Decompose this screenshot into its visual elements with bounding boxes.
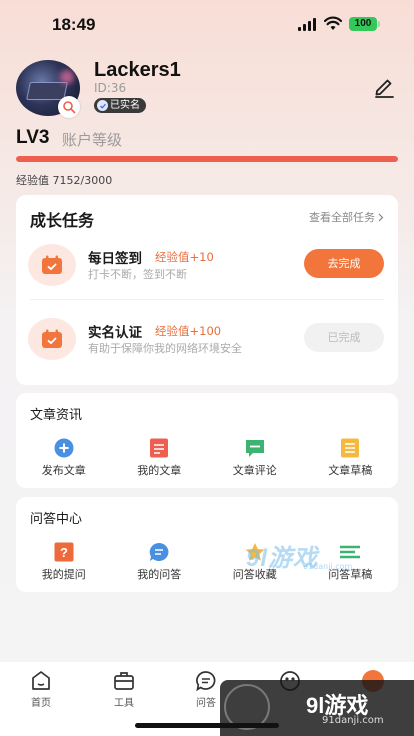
view-all-tasks-link[interactable]: 查看全部任务 [309,209,384,225]
my-articles-label: 我的文章 [137,464,182,477]
task-name: 每日签到 [88,251,142,267]
tab-home-label: 首页 [31,698,51,709]
watermark-url: 91danji.com [303,562,353,571]
task-real-name-verification: 实名认证 经验值+100 有助于保障你我的网络环境安全 已完成 [16,311,398,367]
question-icon: ? [53,542,75,562]
exp-text: 经验值 7152/3000 [16,174,113,187]
publish-article-label: 发布文章 [41,464,86,477]
publish-article-button[interactable]: 发布文章 [16,438,112,478]
article-drafts-label: 文章草稿 [328,464,373,477]
watermark-url: 91danji.com [322,715,384,726]
growth-tasks-card: 成长任务 查看全部任务 每日签到 经验值+10 打卡不断，签到不断 去完成 实名… [16,195,398,385]
article-comments-button[interactable]: 文章评论 [207,438,303,478]
task-daily-checkin: 每日签到 经验值+10 打卡不断，签到不断 去完成 [16,237,398,293]
growth-tasks-title: 成长任务 [30,211,95,230]
calendar-icon [28,244,76,286]
qa-center-title: 问答中心 [30,512,83,527]
my-questions-label: 我的提问 [41,568,86,581]
my-answers-button[interactable]: 我的问答 [112,542,208,582]
my-articles-button[interactable]: 我的文章 [112,438,208,478]
status-time: 18:49 [52,15,96,34]
view-all-tasks-label: 查看全部任务 [309,211,375,224]
qa-center-card: 问答中心 ? 我的提问 我的问答 问答收藏 问答草稿 [16,497,398,592]
toolbox-icon [113,670,135,692]
divider [30,299,384,300]
chat-icon [148,542,170,562]
task-exp-reward: 经验值+100 [155,324,222,338]
edit-profile-icon[interactable] [372,76,396,98]
account-level-label: 账户等级 [62,131,123,149]
task-name: 实名认证 [88,325,142,341]
svg-text:?: ? [60,545,68,560]
user-id: ID:36 [94,81,127,95]
cellular-signal-icon [298,18,318,31]
exp-progress-fill [16,156,398,162]
articles-card: 文章资讯 发布文章 我的文章 文章评论 文章草稿 [16,393,398,488]
calendar-icon [28,318,76,360]
verified-badge: 已实名 [94,98,146,113]
draft-icon [339,542,361,562]
tab-home[interactable]: 首页 [21,670,61,709]
verified-label: 已实名 [110,100,140,111]
plus-icon [53,438,75,458]
chat-icon [195,670,217,692]
go-complete-button[interactable]: 去完成 [304,249,384,278]
tab-qa-label: 问答 [196,698,216,709]
status-bar: 18:49 100 [0,0,414,50]
article-icon [148,438,170,458]
draft-icon [339,438,361,458]
my-questions-button[interactable]: ? 我的提问 [16,542,112,582]
article-drafts-button[interactable]: 文章草稿 [303,438,399,478]
comment-icon [244,438,266,458]
exp-progress-bar [16,156,398,162]
task-description: 有助于保障你我的网络环境安全 [88,342,242,355]
tab-tools-label: 工具 [114,698,134,709]
home-indicator [135,723,279,728]
completed-button[interactable]: 已完成 [304,323,384,352]
article-comments-label: 文章评论 [232,464,277,477]
verified-check-icon [97,100,108,111]
articles-title: 文章资讯 [30,408,83,423]
username: Lackers1 [94,59,181,81]
chevron-right-icon [378,213,384,221]
home-icon [30,670,52,692]
task-exp-reward: 经验值+10 [155,250,214,264]
account-level: LV3 [16,127,50,148]
battery-icon: 100 [349,17,380,31]
tab-tools[interactable]: 工具 [104,670,144,709]
task-description: 打卡不断，签到不断 [88,268,187,281]
wifi-icon [324,16,342,30]
my-answers-label: 我的问答 [137,568,182,581]
avatar-badge-icon [58,96,80,118]
